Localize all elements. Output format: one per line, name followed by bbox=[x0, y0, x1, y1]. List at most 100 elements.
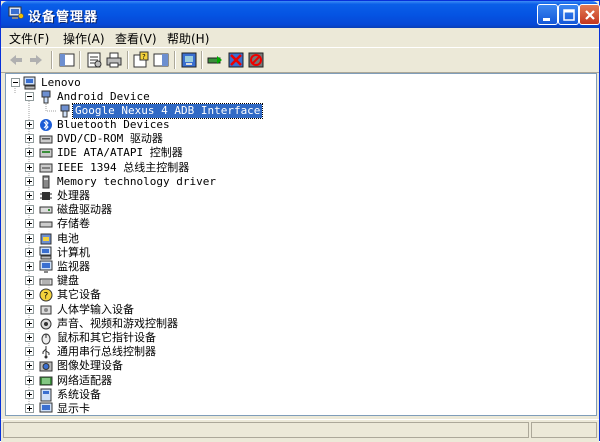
tree-category-item[interactable]: 键盘 bbox=[55, 274, 81, 288]
print-icon[interactable] bbox=[105, 51, 123, 69]
title-bar[interactable]: 设备管理器 bbox=[1, 1, 600, 28]
tree-category-item[interactable]: 计算机 bbox=[55, 246, 92, 260]
other-icon: ? bbox=[39, 288, 53, 302]
help-icon[interactable]: ? bbox=[132, 51, 150, 69]
tree-category-item[interactable]: 通用串行总线控制器 bbox=[55, 345, 158, 359]
ieee-icon bbox=[39, 163, 53, 173]
properties-icon[interactable] bbox=[85, 51, 103, 69]
tree-category-item[interactable]: 声音、视频和游戏控制器 bbox=[55, 317, 180, 331]
expand-toggle[interactable] bbox=[25, 276, 34, 285]
expand-toggle[interactable] bbox=[25, 205, 34, 214]
tree-category-item[interactable]: 其它设备 bbox=[55, 288, 103, 302]
toolbar: ? bbox=[1, 47, 599, 73]
tree-category-item[interactable]: 系统设备 bbox=[55, 388, 103, 402]
cdrom-icon bbox=[39, 135, 53, 144]
collapse-toggle[interactable] bbox=[11, 78, 20, 87]
show-hide-console-tree-icon[interactable] bbox=[58, 51, 76, 69]
disk-icon bbox=[39, 206, 53, 214]
menu-bar: 文件(F) 操作(A) 查看(V) 帮助(H) bbox=[1, 28, 599, 46]
expand-toggle[interactable] bbox=[25, 347, 34, 356]
tree-category-item[interactable]: 网络适配器 bbox=[55, 374, 114, 388]
close-icon bbox=[585, 10, 595, 20]
computer-icon bbox=[23, 76, 36, 90]
expand-toggle[interactable] bbox=[25, 319, 34, 328]
tree-category-item[interactable]: 人体学输入设备 bbox=[55, 303, 136, 317]
expand-toggle[interactable] bbox=[25, 376, 34, 385]
usb-icon bbox=[42, 346, 50, 359]
expand-toggle[interactable] bbox=[25, 305, 34, 314]
expand-toggle[interactable] bbox=[25, 148, 34, 157]
expand-toggle[interactable] bbox=[25, 177, 34, 186]
adb-interface-icon bbox=[60, 104, 70, 118]
memory-icon bbox=[42, 175, 50, 189]
tree-root-label[interactable]: Lenovo bbox=[39, 76, 83, 90]
toolbar-separator bbox=[51, 51, 52, 69]
device-manager-window: 设备管理器 文件(F) 操作(A) 查看(V) 帮助(H) ? Lenovo A… bbox=[0, 0, 600, 442]
close-button[interactable] bbox=[579, 4, 600, 25]
tree-android-device[interactable]: Android Device bbox=[55, 90, 152, 104]
tree-category-item[interactable]: DVD/CD-ROM 驱动器 bbox=[55, 132, 165, 146]
back-arrow-icon[interactable] bbox=[7, 51, 25, 69]
disable-device-icon[interactable] bbox=[247, 51, 265, 69]
expand-toggle[interactable] bbox=[25, 262, 34, 271]
update-driver-icon[interactable] bbox=[206, 51, 224, 69]
tree-category-item[interactable]: IDE ATA/ATAPI 控制器 bbox=[55, 146, 185, 160]
battery-icon bbox=[40, 233, 52, 245]
tree-category-item[interactable]: 显示卡 bbox=[55, 402, 92, 415]
tree-category-item[interactable]: 电池 bbox=[55, 232, 81, 246]
menu-action[interactable]: 操作(A) bbox=[63, 30, 105, 47]
keyboard-icon bbox=[39, 278, 53, 286]
svg-text:?: ? bbox=[44, 292, 49, 302]
collapse-toggle[interactable] bbox=[25, 92, 34, 101]
device-manager-app-icon bbox=[8, 6, 24, 19]
tree-category-item[interactable]: Bluetooth Devices bbox=[55, 118, 172, 132]
expand-toggle[interactable] bbox=[25, 333, 34, 342]
monitor-icon bbox=[39, 260, 53, 273]
device-tree-pane[interactable]: Lenovo Android Device Google Nexus 4 ADB… bbox=[5, 73, 597, 416]
tree-category-item[interactable]: Memory technology driver bbox=[55, 175, 218, 189]
cpu-icon bbox=[40, 192, 52, 200]
tree-category-item[interactable]: 存储卷 bbox=[55, 217, 92, 231]
expand-toggle[interactable] bbox=[25, 234, 34, 243]
bluetooth-icon bbox=[40, 119, 52, 131]
mouse-icon bbox=[41, 333, 51, 345]
tree-category-item[interactable]: IEEE 1394 总线主控制器 bbox=[55, 161, 191, 175]
menu-view[interactable]: 查看(V) bbox=[115, 30, 157, 47]
minimize-icon bbox=[543, 18, 550, 21]
maximize-button[interactable] bbox=[558, 4, 579, 25]
minimize-button[interactable] bbox=[537, 4, 558, 25]
tree-adb-interface-selected[interactable]: Google Nexus 4 ADB Interface bbox=[71, 103, 264, 119]
expand-toggle[interactable] bbox=[25, 361, 34, 370]
expand-toggle[interactable] bbox=[25, 219, 34, 228]
menu-file[interactable]: 文件(F) bbox=[9, 30, 49, 47]
expand-toggle[interactable] bbox=[25, 290, 34, 299]
toolbar-separator bbox=[127, 51, 128, 69]
expand-toggle[interactable] bbox=[25, 248, 34, 257]
expand-toggle[interactable] bbox=[25, 163, 34, 172]
tree-category-item[interactable]: 图像处理设备 bbox=[55, 359, 125, 373]
imaging-icon bbox=[39, 361, 53, 372]
display-icon bbox=[39, 402, 53, 413]
expand-toggle[interactable] bbox=[25, 390, 34, 399]
show-hide-action-pane-icon[interactable] bbox=[152, 51, 170, 69]
tree-category-item[interactable]: 监视器 bbox=[55, 260, 92, 274]
scan-hardware-icon[interactable] bbox=[180, 51, 198, 69]
expand-toggle[interactable] bbox=[25, 134, 34, 143]
tree-category-item[interactable]: 处理器 bbox=[55, 189, 92, 203]
sound-icon bbox=[40, 318, 52, 330]
maximize-icon bbox=[563, 9, 575, 21]
forward-arrow-icon[interactable] bbox=[27, 51, 45, 69]
expand-toggle[interactable] bbox=[25, 120, 34, 129]
expand-toggle[interactable] bbox=[25, 191, 34, 200]
toolbar-separator bbox=[201, 51, 202, 69]
hid-icon bbox=[40, 305, 52, 315]
uninstall-device-icon[interactable] bbox=[227, 51, 245, 69]
tree-category-item[interactable]: 磁盘驱动器 bbox=[55, 203, 114, 217]
tree-category-item[interactable]: 鼠标和其它指针设备 bbox=[55, 331, 158, 345]
menu-help[interactable]: 帮助(H) bbox=[167, 30, 209, 47]
status-bar bbox=[1, 419, 599, 442]
computer-icon bbox=[39, 246, 52, 260]
ide-icon bbox=[39, 148, 53, 158]
svg-text:?: ? bbox=[142, 53, 146, 61]
expand-toggle[interactable] bbox=[25, 404, 34, 413]
